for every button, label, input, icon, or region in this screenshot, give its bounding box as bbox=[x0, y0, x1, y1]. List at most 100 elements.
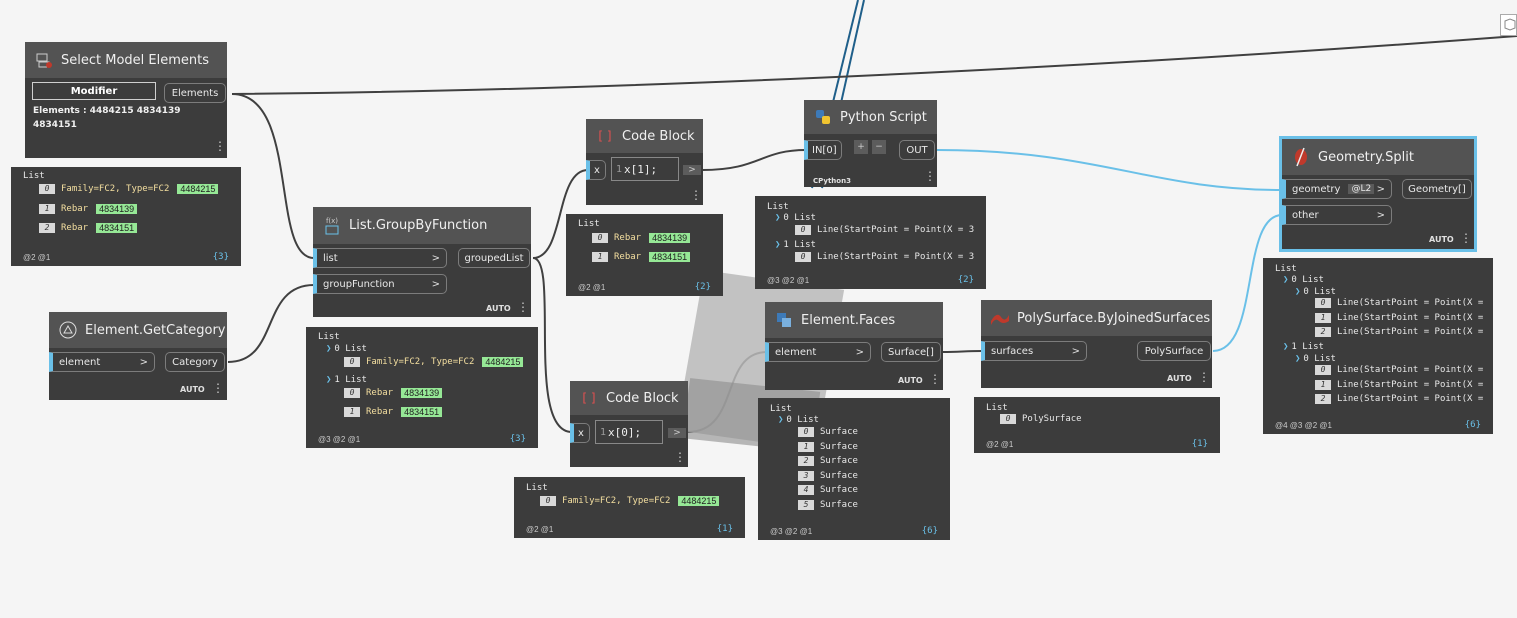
watch-code-block-2: List 0 Family=FC2, Type=FC2 4484215 @2 @1 … bbox=[514, 477, 745, 538]
x-input-port[interactable]: x bbox=[586, 160, 606, 180]
remove-input-button[interactable]: − bbox=[872, 140, 886, 154]
polysurface-output-port[interactable]: PolySurface bbox=[1137, 341, 1211, 361]
node-header[interactable]: Select Model Elements bbox=[25, 42, 227, 78]
wire-python-split bbox=[936, 149, 1283, 191]
node-list-groupbyfunction[interactable]: f(x) List.GroupByFunction list > groupFun… bbox=[313, 207, 531, 317]
list-item: 0 Family=FC2, Type=FC2 4484215 bbox=[39, 184, 219, 194]
node-title: Select Model Elements bbox=[61, 52, 209, 68]
lacing-label[interactable]: AUTO bbox=[1167, 374, 1192, 383]
list-level-badge[interactable]: @L2 bbox=[1348, 184, 1375, 194]
node-geometry-split[interactable]: Geometry.Split geometry @L2 > other > Geo… bbox=[1279, 136, 1477, 252]
other-input-port[interactable]: other > bbox=[1282, 205, 1392, 225]
node-menu-icon[interactable]: ⋮ bbox=[924, 170, 936, 182]
sublist-header: ❯ 0 List bbox=[775, 213, 816, 223]
list-item: 0 Line(StartPoint = Point(X = bbox=[1315, 298, 1483, 308]
node-menu-icon[interactable]: ⋮ bbox=[1460, 232, 1472, 244]
node-menu-icon[interactable]: ⋮ bbox=[517, 301, 529, 313]
node-menu-icon[interactable]: ⋮ bbox=[674, 451, 686, 463]
node-title: Code Block bbox=[606, 390, 679, 406]
node-header[interactable]: f(x) List.GroupByFunction bbox=[313, 207, 531, 244]
list-input-port[interactable]: list > bbox=[313, 248, 447, 268]
function-icon: f(x) bbox=[321, 215, 343, 237]
surfaces-input-port[interactable]: surfaces > bbox=[981, 341, 1087, 361]
list-item: 1 Rebar 4834151 bbox=[344, 407, 443, 417]
node-menu-icon[interactable]: ⋮ bbox=[214, 140, 226, 152]
list-item: 2 Line(StartPoint = Point(X = bbox=[1315, 394, 1483, 404]
node-title: Python Script bbox=[840, 109, 927, 125]
lacing-label[interactable]: AUTO bbox=[180, 385, 205, 394]
list-item: 0 Family=FC2, Type=FC2 4484215 bbox=[344, 357, 524, 367]
list-count: {3} bbox=[509, 434, 526, 444]
element-input-port[interactable]: element > bbox=[765, 342, 871, 362]
node-element-getcategory[interactable]: Element.GetCategory element > Category AU… bbox=[49, 312, 227, 400]
node-code-block-1[interactable]: [ ] Code Block x 1 x[1]; > ⋮ bbox=[586, 119, 703, 205]
surface-output-port[interactable]: Surface[] bbox=[881, 342, 941, 362]
elements-output-port[interactable]: Elements bbox=[164, 83, 226, 103]
list-item: 2 Line(StartPoint = Point(X = bbox=[1315, 327, 1483, 337]
node-menu-icon[interactable]: ⋮ bbox=[212, 382, 224, 394]
lacing-label[interactable]: AUTO bbox=[486, 304, 511, 313]
node-header[interactable]: Geometry.Split bbox=[1282, 139, 1474, 175]
add-input-button[interactable]: + bbox=[854, 140, 868, 154]
geometry-input-port[interactable]: geometry @L2 > bbox=[1282, 179, 1392, 199]
watch-polysurface: List 0 PolySurface @2 @1 {1} bbox=[974, 397, 1220, 453]
node-select-model-elements[interactable]: Select Model Elements Modifier Elements … bbox=[25, 42, 227, 158]
node-code-block-2[interactable]: [ ] Code Block x 1 x[0]; > ⋮ bbox=[570, 381, 688, 467]
python-engine-label[interactable]: CPython3 bbox=[813, 177, 851, 185]
node-header[interactable]: Python Script bbox=[804, 100, 937, 134]
code-block-icon: [ ] bbox=[598, 129, 612, 143]
list-item: 0 Rebar 4834139 bbox=[344, 388, 443, 398]
polysurface-icon bbox=[989, 307, 1011, 329]
list-item: 0 Line(StartPoint = Point(X = 3 bbox=[795, 225, 974, 235]
list-count: {6} bbox=[921, 526, 938, 536]
groupfunction-input-port[interactable]: groupFunction > bbox=[313, 274, 447, 294]
node-python-script[interactable]: Python Script IN[0] + − OUT CPython3 ⋮ bbox=[804, 100, 937, 187]
select-elements-icon bbox=[33, 49, 55, 71]
selected-elements-line2: 4834151 bbox=[33, 120, 77, 130]
x-input-port[interactable]: x bbox=[570, 423, 590, 443]
element-input-port[interactable]: element > bbox=[49, 352, 155, 372]
node-header[interactable]: Element.Faces bbox=[765, 302, 943, 338]
list-item: 0 Surface bbox=[798, 427, 858, 437]
node-polysurface-byjoinedsurfaces[interactable]: PolySurface.ByJoinedSurfaces surfaces > P… bbox=[981, 300, 1212, 388]
out-output-port[interactable]: OUT bbox=[899, 140, 935, 160]
watch-groupbyfunction: List ❯ 0 List 0 Family=FC2, Type=FC2 448421… bbox=[306, 327, 538, 448]
node-menu-icon[interactable]: ⋮ bbox=[690, 189, 702, 201]
node-element-faces[interactable]: Element.Faces element > Surface[] AUTO ⋮ bbox=[765, 302, 943, 390]
node-header[interactable]: [ ] Code Block bbox=[586, 119, 703, 153]
node-menu-icon[interactable]: ⋮ bbox=[929, 373, 941, 385]
lacing-label[interactable]: AUTO bbox=[898, 376, 923, 385]
modifier-button[interactable]: Modifier bbox=[32, 82, 156, 100]
lacing-label[interactable]: AUTO bbox=[1429, 235, 1454, 244]
category-output-port[interactable]: Category bbox=[165, 352, 225, 372]
list-levels: @4 @3 @2 @1 bbox=[1275, 421, 1332, 430]
wire-elements-list bbox=[231, 93, 315, 259]
list-item: 5 Surface bbox=[798, 500, 858, 510]
faces-icon bbox=[773, 309, 795, 331]
list-levels: @2 @1 bbox=[986, 440, 1014, 449]
view-cube-icon[interactable] bbox=[1500, 14, 1517, 36]
node-menu-icon[interactable]: ⋮ bbox=[1198, 371, 1210, 383]
node-header[interactable]: PolySurface.ByJoinedSurfaces bbox=[981, 300, 1212, 336]
list-item: 0 Line(StartPoint = Point(X = bbox=[1315, 365, 1483, 375]
sublist-header: ❯ 0 List bbox=[326, 344, 367, 354]
node-title: PolySurface.ByJoinedSurfaces bbox=[1017, 310, 1211, 326]
output-port-arrow[interactable]: > bbox=[668, 428, 686, 438]
list-item: 0 Rebar 4834139 bbox=[592, 233, 691, 243]
node-header[interactable]: [ ] Code Block bbox=[570, 381, 688, 415]
list-levels: @3 @2 @1 bbox=[770, 527, 813, 536]
list-item: 0 Line(StartPoint = Point(X = 3 bbox=[795, 252, 974, 262]
geometry-output-port[interactable]: Geometry[] bbox=[1402, 179, 1472, 199]
node-header[interactable]: Element.GetCategory bbox=[49, 312, 227, 348]
in0-input-port[interactable]: IN[0] bbox=[804, 140, 842, 160]
code-editor[interactable]: 1 x[1]; bbox=[611, 157, 679, 181]
node-title: List.GroupByFunction bbox=[349, 218, 488, 233]
groupedlist-output-port[interactable]: groupedList bbox=[458, 248, 530, 268]
output-port-arrow[interactable]: > bbox=[683, 165, 701, 175]
node-title: Element.GetCategory bbox=[85, 322, 226, 338]
list-item: 2 Rebar 4834151 bbox=[39, 223, 138, 233]
code-editor[interactable]: 1 x[0]; bbox=[595, 420, 663, 444]
list-root: List bbox=[1275, 264, 1297, 274]
list-item: 1 Surface bbox=[798, 442, 858, 452]
chevron-right-icon: > bbox=[139, 356, 148, 368]
